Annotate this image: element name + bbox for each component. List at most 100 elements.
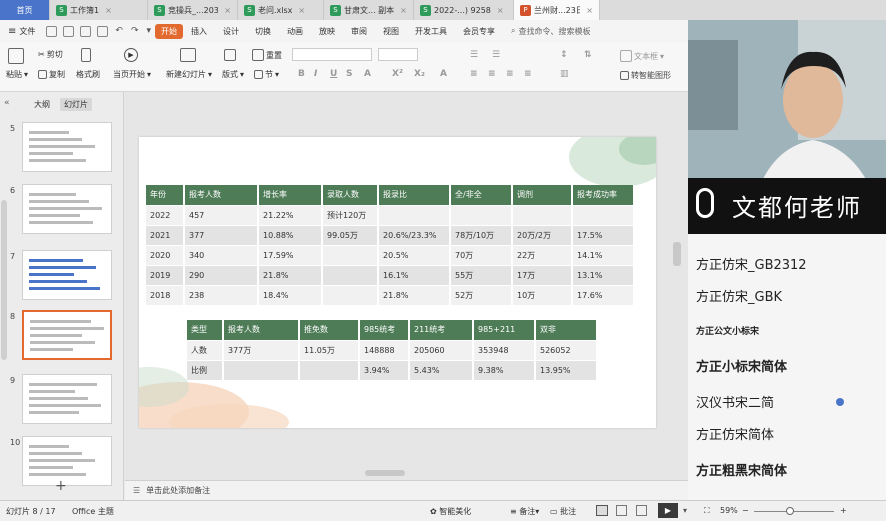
menu-tab-2[interactable]: 设计: [215, 20, 247, 42]
clear-format-icon[interactable]: A: [440, 69, 447, 79]
tab-outline[interactable]: 大纲: [30, 98, 54, 111]
comments-button[interactable]: ▭ 批注: [550, 506, 576, 517]
redo-icon[interactable]: ↷: [131, 26, 139, 36]
canvas-horizontal-scrollbar[interactable]: [365, 470, 405, 476]
play-slideshow-icon[interactable]: ▶: [658, 503, 678, 518]
align-left-icon[interactable]: ≡: [470, 69, 478, 79]
reading-view-icon[interactable]: [636, 505, 647, 516]
text-direction-icon[interactable]: ⇅: [584, 50, 592, 60]
export-icon[interactable]: [63, 25, 75, 37]
font-option[interactable]: 汉仪书宋二简: [696, 392, 774, 411]
zoom-slider[interactable]: [754, 511, 834, 512]
undo-icon[interactable]: ↶: [115, 26, 123, 36]
close-icon[interactable]: ×: [105, 6, 112, 15]
play-from-current-button[interactable]: 当页开始 ▾: [113, 69, 151, 80]
section-button[interactable]: 节 ▾: [254, 69, 279, 80]
tab-2[interactable]: S竞操兵_...2035 ×: [148, 0, 238, 20]
slide-thumbnail-6[interactable]: [22, 184, 112, 234]
close-icon[interactable]: ×: [586, 6, 593, 15]
close-icon[interactable]: ×: [497, 6, 504, 15]
align-center-icon[interactable]: ≡: [488, 69, 496, 79]
zoom-out-icon[interactable]: −: [742, 506, 749, 515]
file-menu[interactable]: ≡ 文件: [0, 20, 43, 42]
font-size-select[interactable]: [378, 48, 418, 61]
menu-tab-8[interactable]: 开发工具: [407, 20, 455, 42]
paste-button[interactable]: 粘贴 ▾: [6, 69, 28, 80]
add-slide-button[interactable]: +: [55, 478, 67, 494]
collapse-panel-icon[interactable]: «: [4, 98, 10, 108]
slide-thumbnail-5[interactable]: [22, 122, 112, 172]
menu-tab-1[interactable]: 插入: [183, 20, 215, 42]
search-box[interactable]: ⌕ 查找命令、搜索模板: [503, 20, 598, 42]
justify-icon[interactable]: ≡: [524, 69, 532, 79]
menu-tab-6[interactable]: 审阅: [343, 20, 375, 42]
notes-area[interactable]: ☰ 单击此处添加备注: [125, 480, 688, 500]
play-icon[interactable]: ▶: [124, 48, 138, 62]
zoom-slider-handle[interactable]: [786, 507, 794, 515]
subscript-icon[interactable]: X₂: [414, 69, 425, 79]
bullets-icon[interactable]: ☰: [470, 50, 478, 60]
superscript-icon[interactable]: X²: [392, 69, 403, 79]
tab-6[interactable]: P 兰州财...23日 ×: [514, 0, 600, 20]
layout-icon[interactable]: [224, 49, 236, 61]
font-option[interactable]: 方正仿宋_GBK: [696, 286, 782, 305]
menu-tab-9[interactable]: 会员专享: [455, 20, 503, 42]
preview-icon[interactable]: [97, 25, 109, 37]
canvas-vertical-scrollbar[interactable]: [673, 242, 681, 266]
fit-window-icon[interactable]: ⛶: [704, 506, 710, 516]
slide[interactable]: 年份 报考人数 增长率 录取人数 报录比 全/非全 调剂 报考成功率 2022 457 21.22%…: [139, 137, 656, 428]
tab-slides[interactable]: 幻灯片: [60, 98, 92, 111]
zoom-level[interactable]: 59%: [720, 506, 738, 515]
tab-4[interactable]: S 甘肃文... 副本 ×: [324, 0, 414, 20]
close-icon[interactable]: ×: [298, 6, 305, 15]
smart-shape-button[interactable]: 转智能图形: [620, 70, 671, 81]
line-spacing-icon[interactable]: ↕: [560, 50, 568, 60]
copy-button[interactable]: 复制: [38, 69, 65, 80]
new-slide-icon[interactable]: [180, 48, 196, 62]
tab-1[interactable]: S 工作簿1 ×: [50, 0, 148, 20]
dropdown-icon[interactable]: ▾: [146, 26, 151, 36]
layout-button[interactable]: 版式 ▾: [222, 69, 244, 80]
tab-5[interactable]: S 2022-...) 9258 ×: [414, 0, 514, 20]
smart-beautify-button[interactable]: ✿ 智能美化: [430, 506, 471, 517]
zoom-in-icon[interactable]: +: [840, 506, 847, 515]
slide-sorter-icon[interactable]: [616, 505, 627, 516]
cut-button[interactable]: ✂ 剪切: [38, 49, 63, 60]
slide-thumbnail-10[interactable]: [22, 436, 112, 486]
notes-button[interactable]: ≡ 备注▾: [510, 506, 539, 517]
font-color-icon[interactable]: A: [364, 69, 371, 79]
numbering-icon[interactable]: ☰: [492, 50, 500, 60]
tab-3[interactable]: S 老问.xlsx ×: [238, 0, 324, 20]
columns-icon[interactable]: ▥: [560, 69, 569, 79]
font-option[interactable]: 方正仿宋_GB2312: [696, 254, 807, 273]
panel-scrollbar[interactable]: [1, 200, 7, 360]
close-icon[interactable]: ×: [224, 6, 231, 15]
format-painter-icon[interactable]: [81, 48, 91, 62]
italic-icon[interactable]: I: [314, 69, 317, 79]
menu-tab-7[interactable]: 视图: [375, 20, 407, 42]
paste-icon[interactable]: [8, 48, 24, 64]
font-name-select[interactable]: [292, 48, 372, 61]
menu-tab-4[interactable]: 动画: [279, 20, 311, 42]
menu-tab-3[interactable]: 切换: [247, 20, 279, 42]
close-icon[interactable]: ×: [400, 6, 407, 15]
slideshow-options-icon[interactable]: ▾: [683, 506, 687, 515]
slide-thumbnail-7[interactable]: [22, 250, 112, 300]
slide-thumbnail-9[interactable]: [22, 374, 112, 424]
print-icon[interactable]: [80, 25, 92, 37]
normal-view-icon[interactable]: [596, 505, 608, 516]
menu-tab-5[interactable]: 放映: [311, 20, 343, 42]
font-option[interactable]: 方正粗黑宋简体: [696, 460, 787, 479]
format-painter-button[interactable]: 格式刷: [76, 69, 100, 80]
new-slide-button[interactable]: 新建幻灯片 ▾: [166, 69, 212, 80]
text-box-button[interactable]: 文本框 ▾: [620, 50, 664, 62]
strike-icon[interactable]: S: [346, 69, 352, 79]
bold-icon[interactable]: B: [298, 69, 305, 79]
align-right-icon[interactable]: ≡: [506, 69, 514, 79]
underline-icon[interactable]: U: [330, 69, 337, 79]
font-option[interactable]: 方正公文小标宋: [696, 324, 759, 337]
menu-tab-0[interactable]: 开始: [155, 23, 184, 39]
font-option[interactable]: 方正小标宋简体: [696, 356, 787, 375]
slide-thumbnail-8[interactable]: [22, 310, 112, 360]
font-option[interactable]: 方正仿宋简体: [696, 424, 774, 443]
